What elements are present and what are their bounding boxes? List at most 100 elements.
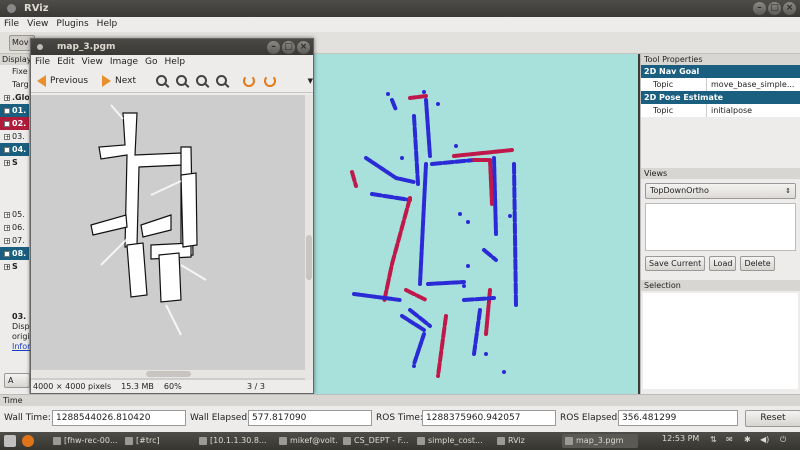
display-item[interactable]: + S xyxy=(0,260,29,273)
display-item[interactable]: + .Glo xyxy=(0,91,29,104)
wall-time-field[interactable]: 1288544026.810420 xyxy=(52,410,186,426)
close-icon[interactable]: × xyxy=(783,2,796,15)
display-item[interactable]: +05. xyxy=(0,208,29,221)
menu-go[interactable]: Go xyxy=(145,55,157,69)
add-display-button[interactable]: A xyxy=(4,373,30,388)
display-item[interactable]: +03. xyxy=(0,130,29,143)
display-item[interactable]: Targ xyxy=(0,78,29,91)
delete-button[interactable]: Delete xyxy=(740,256,775,271)
menu-help[interactable]: Help xyxy=(97,17,118,32)
ros-time-field[interactable]: 1288375960.942057 xyxy=(422,410,556,426)
pose-estimate-group[interactable]: 2D Pose Estimate xyxy=(641,91,800,104)
3d-render-view[interactable] xyxy=(314,54,638,394)
menu-view[interactable]: View xyxy=(27,17,48,32)
maximize-icon[interactable]: □ xyxy=(768,2,781,15)
menu-plugins[interactable]: Plugins xyxy=(56,17,88,32)
next-arrow-icon[interactable] xyxy=(102,74,112,87)
taskbar-button[interactable]: mikef@volt... xyxy=(276,434,338,448)
taskbar-button[interactable]: simple_cost... xyxy=(414,434,492,448)
save-current-button[interactable]: Save Current xyxy=(645,256,706,271)
rotate-left-icon[interactable] xyxy=(242,74,255,87)
collapse-icon[interactable]: - xyxy=(4,146,10,153)
selection-list[interactable] xyxy=(643,293,798,389)
display-info-link[interactable]: Infor xyxy=(12,342,30,351)
display-item[interactable] xyxy=(0,182,29,195)
expand-icon[interactable]: + xyxy=(4,211,10,218)
property-row[interactable]: Topic initialpose xyxy=(641,104,800,117)
displays-tree: Fixe Targ + .Glo +01. +02. +03. -04. + S +05. +06. +… xyxy=(0,65,29,273)
reset-button[interactable]: Reset xyxy=(745,410,800,427)
menu-file[interactable]: File xyxy=(4,17,19,32)
close-icon[interactable]: × xyxy=(297,41,310,54)
taskbar-button[interactable]: [10.1.1.30.8... xyxy=(196,434,272,448)
previous-button[interactable]: Previous xyxy=(50,76,88,86)
taskbar-button[interactable]: map_3.pgm xyxy=(562,434,638,448)
load-button[interactable]: Load xyxy=(709,256,737,271)
taskbar-button[interactable]: [#trc] xyxy=(122,434,192,448)
firefox-icon[interactable] xyxy=(22,435,34,447)
taskbar: [fhw-rec-00... [#trc] [10.1.1.30.8... mikef… xyxy=(0,432,800,450)
expand-icon[interactable]: + xyxy=(4,120,10,127)
views-panel: Views TopDownOrtho ⇕ Save Current Load D… xyxy=(640,168,800,280)
collapse-icon[interactable]: - xyxy=(4,250,10,257)
window-menu-icon[interactable] xyxy=(37,44,43,50)
zoom-fit-icon[interactable] xyxy=(215,75,227,86)
zoom-normal-icon[interactable] xyxy=(195,75,207,86)
minimize-icon[interactable]: – xyxy=(753,2,766,15)
display-item[interactable]: +07. xyxy=(0,234,29,247)
expand-icon[interactable]: + xyxy=(4,159,10,166)
display-item[interactable]: -08. xyxy=(0,247,29,260)
menu-file[interactable]: File xyxy=(35,55,50,69)
clock[interactable]: 12:53 PM xyxy=(662,434,699,443)
rotate-right-icon[interactable] xyxy=(263,74,276,87)
network-icon[interactable]: ⇅ xyxy=(710,435,717,444)
display-item[interactable] xyxy=(0,169,29,182)
property-value[interactable]: initialpose xyxy=(707,104,800,117)
taskbar-button[interactable]: RViz xyxy=(494,434,560,448)
scroll-thumb[interactable] xyxy=(146,371,191,377)
property-value[interactable]: move_base_simple... xyxy=(707,78,800,91)
expand-icon[interactable]: + xyxy=(4,133,10,140)
display-item[interactable]: Fixe xyxy=(0,65,29,78)
next-button[interactable]: Next xyxy=(115,76,136,86)
taskbar-button[interactable]: CS_DEPT - F... xyxy=(340,434,412,448)
ros-elapsed-field[interactable]: 356.481299 xyxy=(618,410,738,426)
expand-icon[interactable]: + xyxy=(4,224,10,231)
volume-icon[interactable]: ◀) xyxy=(760,435,769,444)
display-item[interactable]: +06. xyxy=(0,221,29,234)
display-item[interactable]: -04. xyxy=(0,143,29,156)
expand-icon[interactable]: + xyxy=(4,107,10,114)
nav-goal-group[interactable]: 2D Nav Goal xyxy=(641,65,800,78)
wall-elapsed-field[interactable]: 577.817090 xyxy=(248,410,372,426)
menu-edit[interactable]: Edit xyxy=(57,55,74,69)
display-item[interactable]: +01. xyxy=(0,104,29,117)
display-item[interactable]: + S xyxy=(0,156,29,169)
window-menu-icon[interactable] xyxy=(7,4,16,13)
show-desktop-icon[interactable] xyxy=(4,435,16,447)
power-icon[interactable]: ⏻ xyxy=(780,435,786,445)
horizontal-scrollbar[interactable] xyxy=(31,370,305,378)
menu-image[interactable]: Image xyxy=(110,55,138,69)
zoom-out-icon[interactable] xyxy=(175,75,187,86)
view-type-select[interactable]: TopDownOrtho ⇕ xyxy=(645,183,796,199)
previous-arrow-icon[interactable] xyxy=(37,74,46,87)
menu-view[interactable]: View xyxy=(82,55,103,69)
menu-help[interactable]: Help xyxy=(165,55,186,69)
zoom-in-icon[interactable] xyxy=(156,75,167,86)
property-row[interactable]: Topic move_base_simple... xyxy=(641,78,800,91)
minimize-icon[interactable]: – xyxy=(267,41,280,54)
expand-icon[interactable]: + xyxy=(4,94,10,101)
expand-icon[interactable]: + xyxy=(4,237,10,244)
toolbar-overflow-icon[interactable]: ▼ xyxy=(308,77,313,85)
taskbar-button[interactable]: [fhw-rec-00... xyxy=(50,434,120,448)
mail-icon[interactable]: ✉ xyxy=(726,435,733,444)
scroll-thumb[interactable] xyxy=(306,235,312,280)
expand-icon[interactable]: + xyxy=(4,263,10,270)
display-item[interactable] xyxy=(0,195,29,208)
saved-views-list[interactable] xyxy=(645,203,796,251)
maximize-icon[interactable]: □ xyxy=(282,41,295,54)
bluetooth-icon[interactable]: ✱ xyxy=(744,435,751,444)
image-canvas[interactable] xyxy=(31,95,305,380)
display-item[interactable]: +02. xyxy=(0,117,29,130)
vertical-scrollbar[interactable] xyxy=(305,95,313,380)
